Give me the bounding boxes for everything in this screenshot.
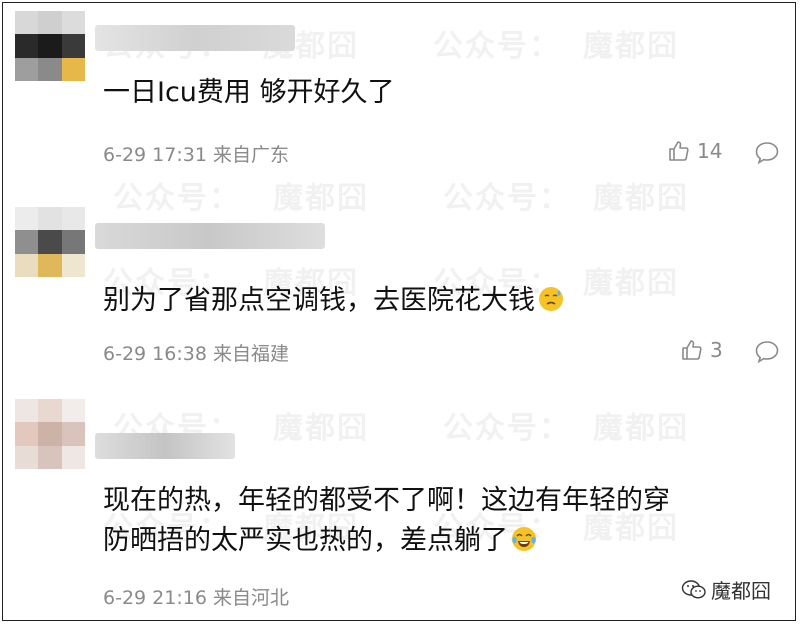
speech-bubble-icon[interactable] xyxy=(753,139,781,167)
avatar-pixel xyxy=(38,399,62,423)
comment-text: 现在的热，年轻的都受不了啊！这边有年轻的穿 防晒捂的太严实也热的，差点躺了 xyxy=(103,481,670,561)
avatar-pixel xyxy=(15,253,39,277)
comment-location: 来自福建 xyxy=(212,343,289,365)
avatar-pixel xyxy=(15,445,39,469)
comment-3: 现在的热，年轻的都受不了啊！这边有年轻的穿 防晒捂的太严实也热的，差点躺了 6-… xyxy=(3,383,795,622)
comment-meta: 6-29 21:16 来自河北 xyxy=(103,583,289,610)
comment-meta: 6-29 16:38 来自福建 xyxy=(103,339,289,366)
thumbs-up-icon xyxy=(669,141,689,161)
avatar[interactable] xyxy=(15,11,85,81)
avatar-pixel xyxy=(38,34,62,58)
avatar-pixel xyxy=(15,34,39,58)
avatar-pixel xyxy=(15,422,39,446)
like-count: 3 xyxy=(710,338,723,362)
avatar-pixel xyxy=(61,34,85,58)
brand-name: 魔都囧 xyxy=(711,579,771,603)
thumbs-up-icon xyxy=(682,340,702,360)
brand-watermark: 魔都囧 xyxy=(681,575,771,604)
comment-meta: 6-29 17:31 来自广东 xyxy=(103,140,289,167)
like-button[interactable]: 14 xyxy=(667,139,722,163)
avatar-pixel xyxy=(38,253,62,277)
avatar-pixel xyxy=(61,422,85,446)
avatar-pixel xyxy=(38,57,62,81)
wechat-icon xyxy=(681,579,706,599)
avatar-pixel xyxy=(61,11,85,35)
like-count: 14 xyxy=(697,139,723,163)
comment-1: 一日Icu费用 够开好久了 6-29 17:31 来自广东 14 xyxy=(3,3,795,193)
avatar[interactable] xyxy=(15,207,85,277)
comment-text-line: 现在的热，年轻的都受不了啊！这边有年轻的穿 xyxy=(103,485,670,516)
comment-location: 来自广东 xyxy=(212,144,289,166)
avatar[interactable] xyxy=(15,399,85,469)
avatar-pixel xyxy=(38,445,62,469)
username-blurred[interactable] xyxy=(95,433,235,459)
screenshot-frame: 魔都囧公众号：魔都囧公众号：魔都囧公众号：魔都囧公众号：魔都囧公众号：魔都囧公众… xyxy=(2,2,796,621)
comment-date-time: 6-29 16:38 xyxy=(103,343,207,365)
username-blurred[interactable] xyxy=(95,223,325,249)
comment-text-line: 一日Icu费用 够开好久了 xyxy=(103,77,395,108)
username-blurred[interactable] xyxy=(95,25,295,51)
avatar-pixel xyxy=(15,57,39,81)
comment-location: 来自河北 xyxy=(212,587,289,609)
sweat-face-emoji xyxy=(539,287,563,311)
avatar-pixel xyxy=(15,399,39,423)
avatar-pixel xyxy=(15,207,39,231)
comment-date-time: 6-29 21:16 xyxy=(103,587,207,609)
speech-bubble-icon[interactable] xyxy=(753,338,781,366)
avatar-pixel xyxy=(15,11,39,35)
avatar-pixel xyxy=(61,253,85,277)
comment-text: 别为了省那点空调钱，去医院花大钱 xyxy=(103,281,565,321)
avatar-pixel xyxy=(38,230,62,254)
avatar-pixel xyxy=(61,57,85,81)
avatar-pixel xyxy=(61,207,85,231)
comment-date-time: 6-29 17:31 xyxy=(103,144,207,166)
avatar-pixel xyxy=(38,207,62,231)
avatar-pixel xyxy=(61,445,85,469)
avatar-pixel xyxy=(15,230,39,254)
tears-of-joy-emoji xyxy=(512,527,536,551)
avatar-pixel xyxy=(61,230,85,254)
comment-text: 一日Icu费用 够开好久了 xyxy=(103,73,395,113)
comment-text-line: 别为了省那点空调钱，去医院花大钱 xyxy=(103,285,535,316)
avatar-pixel xyxy=(38,422,62,446)
avatar-pixel xyxy=(38,11,62,35)
comment-2: 别为了省那点空调钱，去医院花大钱 6-29 16:38 来自福建 3 xyxy=(3,193,795,383)
like-button[interactable]: 3 xyxy=(680,338,723,362)
comment-text-line: 防晒捂的太严实也热的，差点躺了 xyxy=(103,525,508,556)
avatar-pixel xyxy=(61,399,85,423)
